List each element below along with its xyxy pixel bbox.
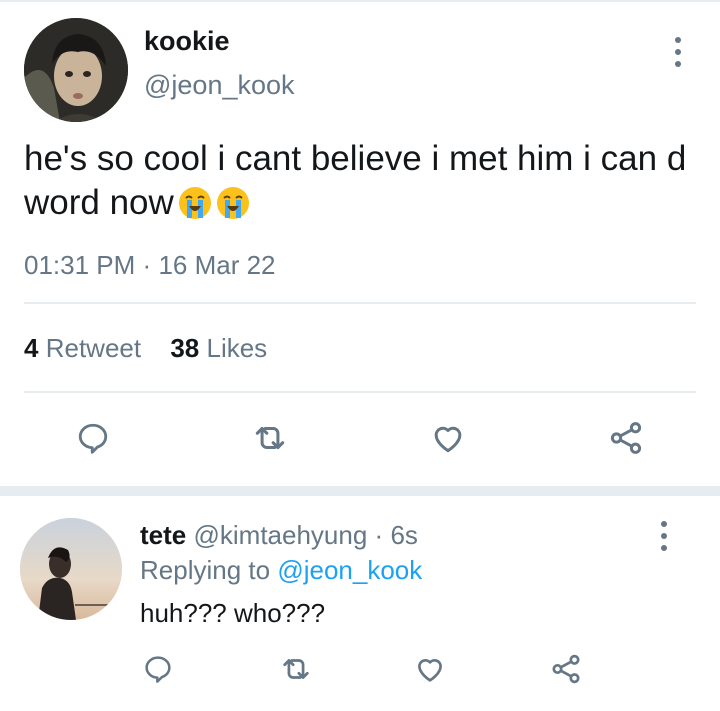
reply-author-handle[interactable]: @kimtaehyung	[193, 520, 367, 550]
more-vertical-icon[interactable]	[654, 516, 674, 556]
reply-icon[interactable]	[136, 647, 180, 691]
retweet-icon[interactable]	[248, 416, 292, 460]
top-divider	[0, 0, 720, 2]
divider	[24, 302, 696, 304]
likes-count: 38	[170, 333, 200, 363]
tweet-stats: 4 Retweet 38 Likes	[24, 333, 267, 364]
retweet-stat[interactable]: 4 Retweet	[24, 333, 141, 363]
retweet-icon[interactable]	[274, 647, 318, 691]
author-avatar[interactable]	[24, 18, 128, 122]
author-handle[interactable]: @jeon_kook	[144, 70, 295, 101]
loudly-crying-face-icon	[178, 186, 212, 231]
tweet-text: he's so cool i cant believe i met him i …	[24, 137, 694, 231]
share-icon[interactable]	[604, 416, 648, 460]
reply-header: tete @kimtaehyung · 6s	[140, 520, 418, 551]
loudly-crying-face-icon	[216, 186, 250, 231]
reply-time: 6s	[390, 520, 418, 550]
more-vertical-icon[interactable]	[668, 32, 688, 72]
reply-author-name[interactable]: tete	[140, 520, 186, 550]
share-icon[interactable]	[544, 647, 588, 691]
reply-icon[interactable]	[71, 416, 115, 460]
divider	[24, 391, 696, 393]
replying-to: Replying to @jeon_kook	[140, 555, 422, 586]
tweet-timestamp[interactable]: 01:31 PM · 16 Mar 22	[24, 250, 276, 281]
reply-avatar[interactable]	[20, 518, 122, 620]
likes-stat[interactable]: 38 Likes	[170, 333, 267, 363]
like-icon[interactable]	[408, 647, 452, 691]
retweet-count: 4	[24, 333, 39, 363]
meta-dot: ·	[374, 520, 384, 550]
likes-label: Likes	[206, 333, 268, 363]
section-separator	[0, 486, 720, 496]
retweet-label: Retweet	[45, 333, 142, 363]
author-name[interactable]: kookie	[144, 26, 230, 57]
replying-mention[interactable]: @jeon_kook	[277, 555, 422, 585]
tweet-date: 16 Mar 22	[158, 250, 276, 280]
replying-label: Replying to	[140, 555, 271, 585]
tweet-body: he's so cool i cant believe i met him i …	[24, 139, 687, 222]
reply-text: huh??? who???	[140, 598, 326, 628]
like-icon[interactable]	[426, 416, 470, 460]
meta-dot: ·	[142, 250, 152, 280]
tweet-time: 01:31 PM	[24, 250, 136, 280]
